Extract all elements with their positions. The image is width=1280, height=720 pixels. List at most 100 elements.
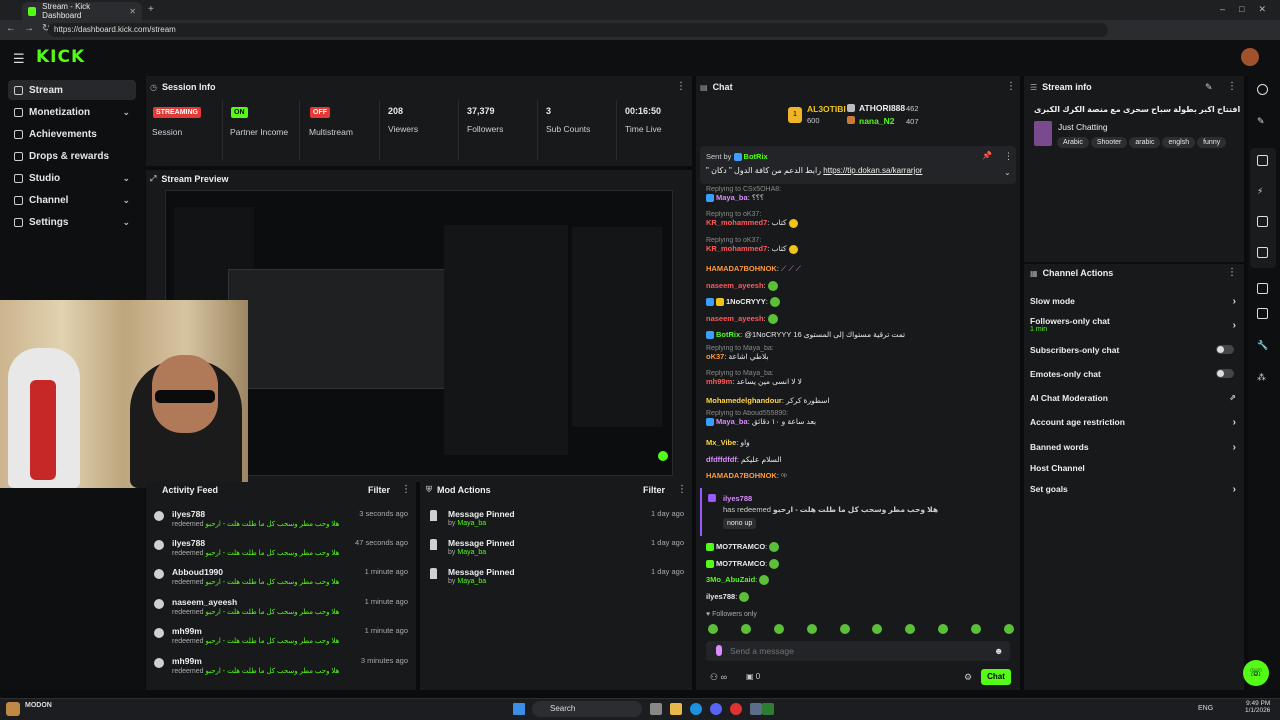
- subscribers-toggle[interactable]: [1216, 345, 1234, 354]
- chat-username[interactable]: HAMADA7BOHNOK: [706, 471, 777, 480]
- action-banned-words[interactable]: Banned words ›: [1030, 442, 1236, 453]
- tag-chip[interactable]: arabic: [1129, 137, 1161, 148]
- leader-3-name[interactable]: nana_N2: [859, 116, 894, 126]
- calculator-icon[interactable]: [750, 703, 762, 715]
- obs-icon[interactable]: [762, 703, 774, 715]
- edit-icon[interactable]: ✎: [1205, 82, 1213, 93]
- session-menu-icon[interactable]: ⋮: [676, 81, 686, 92]
- emote-icon[interactable]: [872, 624, 883, 634]
- chat-username[interactable]: Mx_Vibe: [706, 438, 736, 447]
- sidebar-item-achievements[interactable]: Achievements: [8, 124, 136, 144]
- action-ai-moderation[interactable]: AI Chat Moderation ⇗: [1030, 393, 1236, 403]
- save-icon[interactable]: [1257, 283, 1268, 294]
- mic-icon[interactable]: [716, 645, 722, 656]
- channel-actions-menu-icon[interactable]: ⋮: [1227, 267, 1237, 278]
- file-explorer-icon[interactable]: [670, 703, 682, 715]
- emote-icon[interactable]: [708, 624, 718, 634]
- feed-user[interactable]: naseem_ayeesh: [172, 597, 237, 607]
- send-chat-button[interactable]: Chat: [981, 669, 1011, 685]
- activity-menu-icon[interactable]: ⋮: [401, 484, 411, 495]
- activity-filter-button[interactable]: Filter: [368, 485, 390, 495]
- chat-username[interactable]: Mohamedelghandour: [706, 396, 782, 405]
- edge-icon[interactable]: [690, 703, 702, 715]
- emote-icon[interactable]: [938, 624, 949, 634]
- chat-username[interactable]: 3Mo_AbuZaid: [706, 575, 755, 584]
- kick-logo[interactable]: KICK: [36, 47, 85, 67]
- chat-username[interactable]: dfdffdfdf: [706, 455, 737, 464]
- chat-username[interactable]: KR_mohammed7: [706, 218, 767, 227]
- emote-icon[interactable]: [905, 624, 916, 634]
- address-bar[interactable]: https://dashboard.kick.com/stream: [48, 23, 1108, 37]
- chrome-icon[interactable]: [730, 703, 742, 715]
- emotes-toggle[interactable]: [1216, 369, 1234, 378]
- feed-user[interactable]: ilyes788: [172, 509, 205, 519]
- action-followers-only[interactable]: Followers-only chat 1 min ›: [1030, 316, 1236, 333]
- chat-username[interactable]: BotRix: [716, 330, 740, 339]
- chat-input[interactable]: [730, 644, 980, 658]
- action-emotes-only[interactable]: Emotes-only chat: [1030, 369, 1236, 379]
- menu-icon[interactable]: ☰: [13, 51, 25, 67]
- action-host-channel[interactable]: Host Channel: [1030, 463, 1236, 473]
- sidebar-item-monetization[interactable]: Monetization ⌄: [8, 102, 136, 122]
- sidebar-item-settings[interactable]: Settings ⌄: [8, 212, 136, 232]
- mod-user[interactable]: Maya_ba: [457, 549, 486, 556]
- category-name[interactable]: Just Chatting: [1058, 122, 1108, 132]
- bolt-icon[interactable]: ⚡: [1257, 186, 1268, 197]
- emote-icon[interactable]: [806, 624, 817, 634]
- chat-username[interactable]: mh99m: [706, 377, 732, 386]
- pin-icon[interactable]: 📌: [982, 151, 992, 160]
- chat-username[interactable]: MO7TRAMCO: [716, 559, 765, 568]
- emoji-picker-icon[interactable]: ☻: [994, 646, 1003, 656]
- pinned-menu-icon[interactable]: ⋮: [1004, 151, 1013, 162]
- clock[interactable]: 9:49 PM 1/1/2026: [1245, 700, 1270, 714]
- focus-icon[interactable]: [1257, 155, 1268, 166]
- emote-icon[interactable]: [971, 624, 981, 634]
- sidebar-item-studio[interactable]: Studio ⌄: [8, 168, 136, 188]
- feed-user[interactable]: mh99m: [172, 656, 202, 666]
- chevron-down-icon[interactable]: ⌄: [1004, 168, 1011, 177]
- tag-chip[interactable]: Arabic: [1057, 137, 1089, 148]
- tag-chip[interactable]: funny: [1197, 137, 1227, 148]
- sidebar-item-drops[interactable]: Drops & rewards: [8, 146, 136, 166]
- sidebar-item-channel[interactable]: Channel ⌄: [8, 190, 136, 210]
- language-indicator[interactable]: ENG: [1198, 705, 1213, 712]
- layout-icon[interactable]: [1257, 308, 1268, 319]
- chat-username[interactable]: 1NoCRYYY: [726, 297, 766, 306]
- info-icon[interactable]: [1257, 84, 1268, 95]
- browser-tab[interactable]: Stream - Kick Dashboard ✕: [22, 2, 142, 20]
- chat-icon[interactable]: [1257, 247, 1268, 258]
- action-slow-mode[interactable]: Slow mode ›: [1030, 296, 1236, 307]
- tag-chip[interactable]: Shooter: [1090, 137, 1128, 148]
- chat-menu-icon[interactable]: ⋮: [1006, 81, 1016, 92]
- emote-icon[interactable]: [773, 624, 784, 634]
- mod-user[interactable]: Maya_ba: [457, 520, 486, 527]
- support-chat-icon[interactable]: ☏: [1243, 660, 1269, 686]
- redeem-user[interactable]: ilyes788: [723, 494, 752, 503]
- taskbar-search[interactable]: Search: [532, 701, 642, 717]
- pinned-link[interactable]: https://tip.dokan.sa/karrarjor: [823, 166, 922, 175]
- window-controls[interactable]: –□✕: [1220, 4, 1280, 15]
- windows-start-icon[interactable]: [513, 703, 525, 715]
- wrench-icon[interactable]: 🔧: [1257, 340, 1268, 351]
- feed-user[interactable]: Abboud1990: [172, 567, 223, 577]
- close-tab-icon[interactable]: ✕: [129, 7, 136, 16]
- emote-icon[interactable]: [839, 624, 850, 634]
- chat-username[interactable]: Maya_ba: [716, 417, 748, 426]
- chat-username[interactable]: oK37: [706, 352, 724, 361]
- chat-settings-icon[interactable]: ⚙: [964, 672, 972, 683]
- action-age-restriction[interactable]: Account age restriction ›: [1030, 417, 1236, 428]
- task-view-icon[interactable]: [650, 703, 662, 715]
- chat-username[interactable]: Maya_ba: [716, 193, 748, 202]
- action-subscribers-only[interactable]: Subscribers-only chat: [1030, 345, 1236, 355]
- chat-username[interactable]: ilyes788: [706, 592, 735, 601]
- document-icon[interactable]: [1257, 216, 1268, 227]
- discord-icon[interactable]: [710, 703, 722, 715]
- sidebar-item-stream[interactable]: Stream: [8, 80, 136, 100]
- leader-2-name[interactable]: ATHORI888: [859, 103, 905, 113]
- feed-user[interactable]: mh99m: [172, 626, 202, 636]
- share-icon[interactable]: ⁂: [1257, 372, 1268, 383]
- new-tab-icon[interactable]: +: [148, 4, 154, 15]
- pencil-icon[interactable]: ✎: [1257, 116, 1268, 127]
- leader-1-name[interactable]: AL3OTIBI: [807, 104, 846, 114]
- emote-icon[interactable]: [740, 624, 751, 634]
